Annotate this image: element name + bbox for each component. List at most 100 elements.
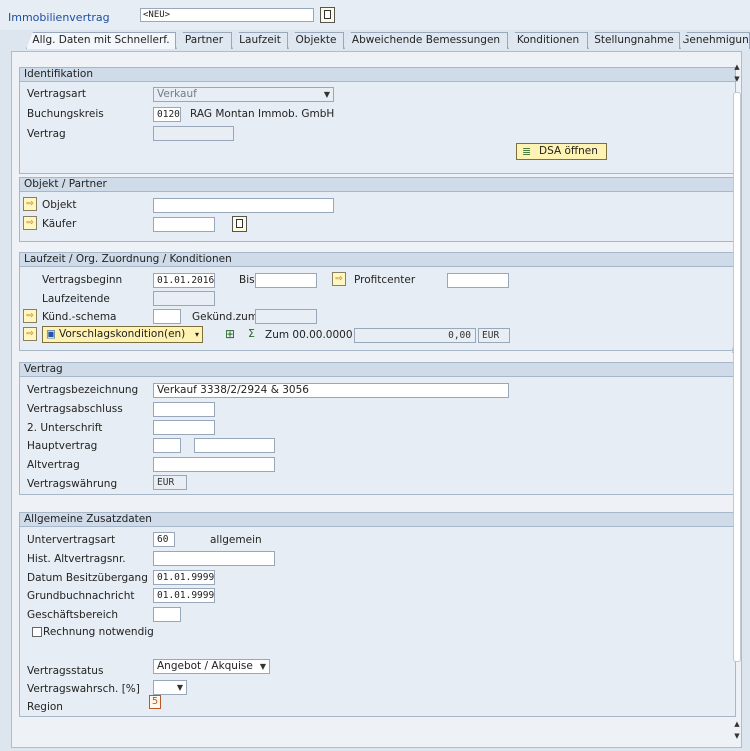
region-icon[interactable]: 5 [149,695,161,709]
contract-number-field[interactable]: <NEU> [140,8,314,22]
vertragsbeginn-label: Vertragsbeginn [42,274,123,286]
new-document-button[interactable] [320,7,335,23]
group-title: Allgemeine Zusatzdaten [20,513,735,527]
group-title: Objekt / Partner [20,178,735,192]
kuend-schema-label: Künd.-schema [42,311,117,323]
vertragswahrsch-select[interactable] [153,680,187,695]
laufzeitende-field[interactable] [153,291,215,306]
kaeufer-label: Käufer [42,218,77,230]
calculate-icon[interactable]: ⊞ [225,327,235,341]
header-title: Immobilienvertrag [8,11,110,24]
vertragsstatus-label: Vertragsstatus [27,665,104,677]
vertragsabschluss-label: Vertragsabschluss [27,403,123,415]
region-label: Region [27,701,63,713]
stack-icon: ≣ [522,145,532,158]
besitzuebergang-field[interactable]: 01.01.9999 [153,570,215,585]
scroll-down-icon[interactable]: ▼ [732,74,742,84]
kaeufer-field[interactable] [153,217,215,232]
vertragsabschluss-field[interactable] [153,402,215,417]
dsa-oeffnen-label: DSA öffnen [539,145,598,157]
bis-field[interactable] [255,273,317,288]
besitzuebergang-label: Datum Besitzübergang [27,572,148,584]
header-bar: Immobilienvertrag <NEU> [0,0,750,30]
zweite-unterschrift-label: 2. Unterschrift [27,422,103,434]
group-vertrag: Vertrag Vertragsbezeichnung Verkauf 3338… [19,362,736,495]
vertragswaehrung-field[interactable]: EUR [153,475,187,490]
arrow-right-icon[interactable]: ⇨ [23,327,37,341]
tab-laufzeit[interactable]: Laufzeit [232,32,288,49]
vertragswaehrung-label: Vertragswährung [27,478,118,490]
objekt-field[interactable] [153,198,334,213]
kuend-schema-field[interactable] [153,309,181,324]
hist-altvertragsnr-label: Hist. Altvertragsnr. [27,553,126,565]
vertragsbeginn-field[interactable]: 01.01.2016 [153,273,215,288]
hauptvertrag-field-2[interactable] [194,438,275,453]
arrow-right-icon[interactable]: ⇨ [23,197,37,211]
scroll-down-icon[interactable]: ▼ [732,731,742,741]
hauptvertrag-field-1[interactable] [153,438,181,453]
vertragswahrsch-label: Vertragswahrsch. [%] [27,683,140,695]
group-identifikation: Identifikation Vertragsart Verkauf Buchu… [19,67,736,174]
tab-abweichende-bemessungen[interactable]: Abweichende Bemessungen [344,32,508,49]
altvertrag-label: Altvertrag [27,459,80,471]
rechnung-notwendig-checkbox[interactable] [32,627,42,637]
vertragsart-label: Vertragsart [27,88,87,100]
arrow-right-icon[interactable]: ⇨ [332,272,346,286]
buchungskreis-label: Buchungskreis [27,108,104,120]
vertical-scrollbar[interactable]: ▲ ▼ ▲ ▼ [732,62,742,744]
grundbuchnachricht-label: Grundbuchnachricht [27,590,135,602]
vertragsbezeichnung-field[interactable]: Verkauf 3338/2/2924 & 3056 [153,383,509,398]
resize-grip-icon[interactable]: ⁞ [731,346,734,355]
untervertragsart-field[interactable]: 60 [153,532,175,547]
gekuend-zum-field[interactable] [255,309,317,324]
geschaeftsbereich-label: Geschäftsbereich [27,609,119,621]
tab-partner[interactable]: Partner [176,32,232,49]
scroll-up-icon[interactable]: ▲ [732,719,742,729]
group-zusatzdaten: Allgemeine Zusatzdaten Untervertragsart … [19,512,736,717]
vertragsart-select[interactable]: Verkauf [153,87,334,102]
tab-objekte[interactable]: Objekte [288,32,344,49]
tab-stellungnahme[interactable]: Stellungnahme [588,32,680,49]
group-title: Identifikation [20,68,735,82]
tab-konditionen[interactable]: Konditionen [508,32,588,49]
vertragsstatus-select[interactable]: Angebot / Akquise [153,659,270,674]
scroll-up-icon[interactable]: ▲ [732,62,742,72]
tab-allg-daten[interactable]: Allg. Daten mit Schnellerf. [26,32,176,49]
vorschlagskondition-label: Vorschlagskondition(en) [59,328,186,340]
grundbuchnachricht-field[interactable]: 01.01.9999 [153,588,215,603]
rechnung-notwendig-label: Rechnung notwendig [43,626,154,638]
vertrag-field[interactable] [153,126,234,141]
tab-strip: Allg. Daten mit Schnellerf. Partner Lauf… [26,32,750,50]
vorschlagskondition-button[interactable]: ▣ Vorschlagskondition(en) ▾ [42,326,203,343]
create-partner-button[interactable] [232,216,247,232]
arrow-right-icon[interactable]: ⇨ [23,309,37,323]
dropdown-arrow-icon: ▾ [194,330,199,339]
condition-icon: ▣ [46,328,56,340]
untervertragsart-text: allgemein [210,534,262,546]
buchungskreis-field[interactable]: 0120 [153,107,181,122]
group-title: Laufzeit / Org. Zuordnung / Konditionen [20,253,735,267]
sum-icon[interactable]: Σ [248,327,255,340]
amount-field: 0,00 [354,328,476,343]
scroll-thumb[interactable] [733,92,741,662]
dsa-oeffnen-button[interactable]: ≣ DSA öffnen [516,143,607,160]
profitcenter-field[interactable] [447,273,509,288]
tab-genehmigung[interactable]: Genehmigun [680,32,750,49]
laufzeitende-label: Laufzeitende [42,293,110,305]
currency-field: EUR [478,328,510,343]
altvertrag-field[interactable] [153,457,275,472]
gekuend-zum-label: Gekünd.zum [192,311,259,323]
group-laufzeit: Laufzeit / Org. Zuordnung / Konditionen … [19,252,736,351]
untervertragsart-label: Untervertragsart [27,534,116,546]
arrow-right-icon[interactable]: ⇨ [23,216,37,230]
zweite-unterschrift-field[interactable] [153,420,215,435]
vertrag-label: Vertrag [27,128,66,140]
document-icon [324,10,331,19]
bis-label: Bis [239,274,255,286]
group-objekt-partner: Objekt / Partner ⇨ Objekt ⇨ Käufer [19,177,736,242]
objekt-label: Objekt [42,199,77,211]
hist-altvertragsnr-field[interactable] [153,551,275,566]
group-title: Vertrag [20,363,735,377]
geschaeftsbereich-field[interactable] [153,607,181,622]
hauptvertrag-label: Hauptvertrag [27,440,98,452]
